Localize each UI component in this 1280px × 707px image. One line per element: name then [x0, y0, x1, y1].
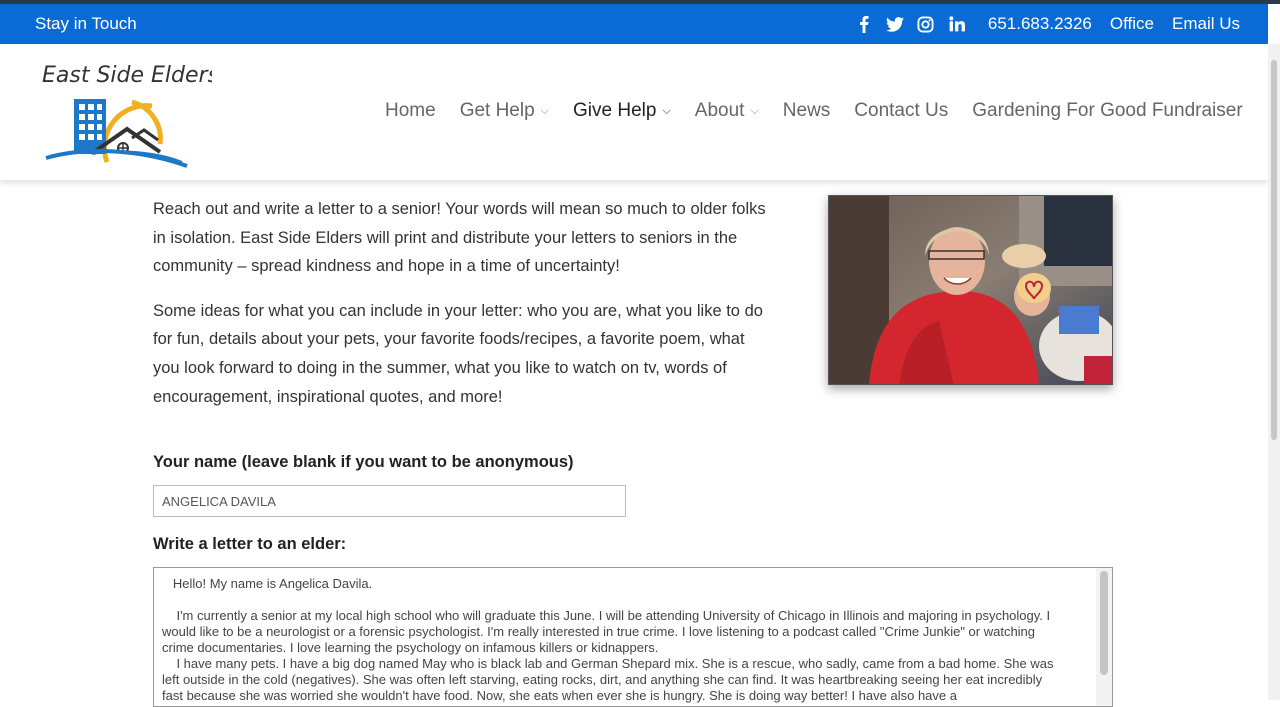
name-input[interactable] — [153, 485, 626, 517]
nav-item-get-help[interactable]: Get Help ⌵ — [460, 100, 549, 122]
main-nav: Home Get Help ⌵ Give Help ⌵ About ⌵ News Contact… — [385, 100, 1243, 122]
phone-link[interactable]: 651.683.2326 — [988, 14, 1092, 34]
nav-item-home[interactable]: Home — [385, 100, 436, 122]
instagram-icon[interactable] — [915, 13, 937, 35]
page-scrollbar-thumb[interactable] — [1271, 60, 1277, 440]
nav-item-label: Give Help — [573, 100, 657, 121]
letter-text[interactable]: Hello! My name is Angelica Davila. I'm c… — [154, 568, 1112, 704]
nav-item-give-help[interactable]: Give Help ⌵ — [573, 100, 671, 122]
letter-scrollbar[interactable] — [1096, 568, 1112, 706]
stay-in-touch-link[interactable]: Stay in Touch — [35, 14, 137, 34]
nav-item-news[interactable]: News — [783, 100, 831, 122]
nav-item-label: Get Help — [459, 100, 535, 121]
page-scrollbar[interactable] — [1268, 44, 1280, 700]
facebook-icon[interactable] — [853, 13, 875, 35]
east-side-elders-logo[interactable]: East Side Elders — [32, 54, 219, 174]
elder-photo — [828, 195, 1113, 385]
nav-item-label: About — [694, 100, 745, 121]
nav-item-label: News — [782, 100, 831, 121]
office-link[interactable]: Office — [1110, 14, 1154, 34]
nav-item-label: Gardening For Good Fundraiser — [972, 100, 1243, 121]
ideas-paragraph: Some ideas for what you can include in y… — [153, 301, 763, 406]
top-bar-right: 651.683.2326 Office Email Us — [844, 12, 1240, 36]
twitter-icon[interactable] — [884, 13, 906, 35]
chevron-down-icon: ⌵ — [662, 104, 671, 117]
chevron-down-icon: ⌵ — [750, 104, 759, 117]
nav-item-label: Contact Us — [854, 100, 949, 121]
nav-item-about[interactable]: About ⌵ — [695, 100, 759, 122]
email-us-link[interactable]: Email Us — [1172, 14, 1240, 34]
nav-item-contact-us[interactable]: Contact Us — [854, 100, 948, 122]
nav-item-gardening-for-good-fundraiser[interactable]: Gardening For Good Fundraiser — [972, 100, 1242, 122]
intro-paragraph: Reach out and write a letter to a senior… — [153, 200, 766, 276]
site-header: East Side Elders Home Get Help ⌵ Give Help ⌵… — [0, 44, 1268, 180]
letter-scrollbar-thumb[interactable] — [1100, 571, 1108, 675]
name-label: Your name (leave blank if you want to be… — [153, 453, 574, 471]
nav-item-label: Home — [385, 100, 436, 121]
chevron-down-icon: ⌵ — [540, 104, 550, 117]
linkedin-icon[interactable] — [946, 13, 968, 35]
svg-text:East Side Elders: East Side Elders — [42, 63, 212, 88]
letter-textarea[interactable]: Hello! My name is Angelica Davila. I'm c… — [153, 567, 1113, 707]
letter-label: Write a letter to an elder: — [153, 535, 347, 553]
main-content: Reach out and write a letter to a senior… — [153, 195, 773, 427]
top-bar: Stay in Touch 651.683.2326 Office Email … — [0, 4, 1268, 44]
